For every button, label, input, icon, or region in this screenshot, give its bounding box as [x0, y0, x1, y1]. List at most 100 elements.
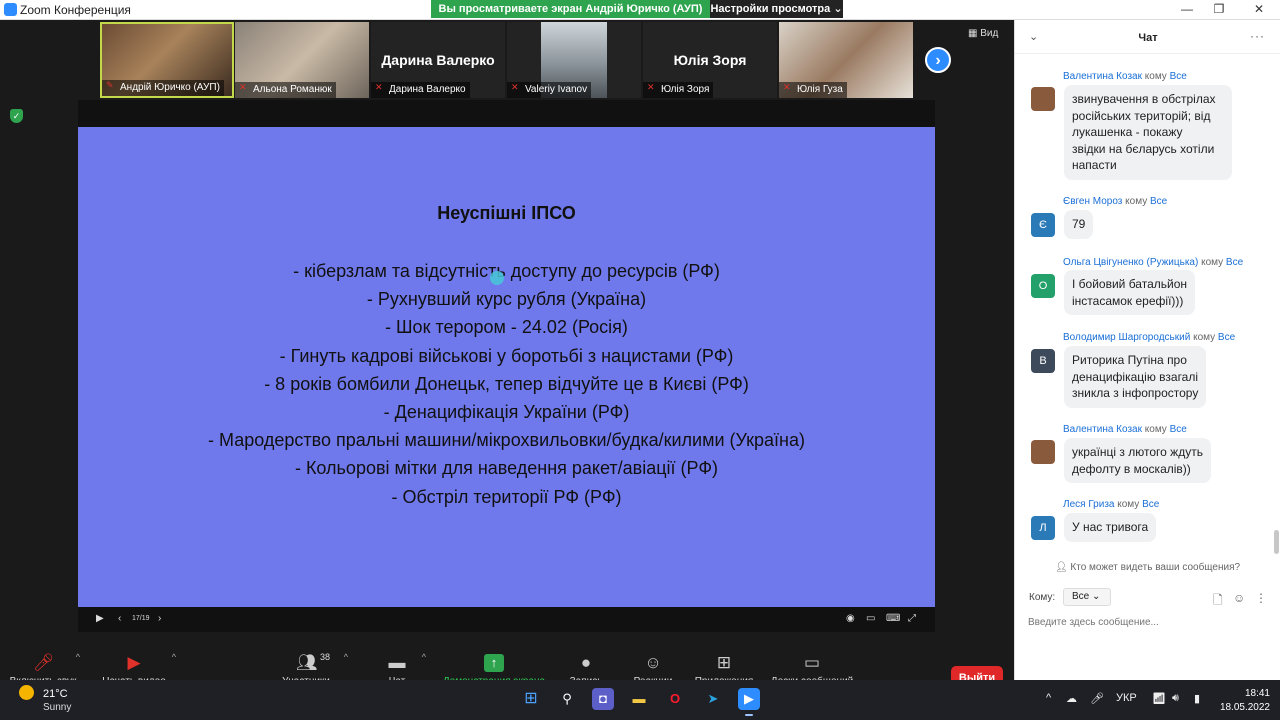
restore-icon[interactable]: ❐ — [1212, 2, 1226, 16]
file-explorer-icon[interactable]: ▬ — [628, 688, 650, 710]
participant-name: ✎ Андрій Юричко (АУП) — [102, 80, 224, 96]
window-titlebar: Zoom Конференция Вы просматриваете экран… — [0, 0, 1280, 20]
participant-tile[interactable]: ✕ Valeriy Ivanov — [507, 22, 641, 98]
participant-tile[interactable]: ✎ Андрій Юричко (АУП) — [100, 22, 234, 98]
chat-panel: ⌄ Чат ··· Валентина Козак кому Все звину… — [1014, 20, 1280, 680]
slide-line: - 8 років бомбили Донецьк, тепер відчуйт… — [264, 373, 749, 394]
zoom-app-icon — [4, 3, 17, 16]
message-sender: Євген Мороз кому Все — [1063, 196, 1168, 207]
weather-description[interactable]: Sunny — [43, 702, 71, 713]
slide-content: - кіберзлам та відсутність доступу до ре… — [78, 257, 935, 511]
recipient-select[interactable]: Все ⌄ — [1063, 588, 1111, 606]
slide-line: - Мародерство пральні машини/мікрохвильо… — [208, 430, 805, 451]
keyboard-icon[interactable]: ⌨ — [886, 613, 900, 624]
message-bubble: Риторика Путіна про денацифікацію взагалі… — [1064, 346, 1207, 408]
audio-icon[interactable]: ◉ — [846, 613, 855, 624]
microphone-icon[interactable]: 🎤︎ — [1090, 692, 1104, 705]
slide-line: - Шок терором - 24.02 (Росія) — [385, 317, 628, 338]
clock-time[interactable]: 18:41 — [1236, 688, 1270, 699]
volume-icon[interactable]: 🔊︎ — [1172, 692, 1179, 705]
meeting-area: ✎ Андрій Юричко (АУП) ✕ Альона Романюк Дар… — [0, 20, 1014, 700]
slide-line: - Гинуть кадрові військові у боротьбі з … — [279, 345, 734, 366]
caret-up-icon[interactable]: ^ — [344, 652, 348, 662]
participant-name: ✕ Юлія Зоря — [643, 82, 714, 98]
message-bubble: У нас тривога — [1064, 513, 1157, 542]
telegram-icon[interactable]: ➤ — [702, 688, 724, 710]
chevron-up-icon[interactable]: ^ — [1046, 692, 1051, 704]
prev-slide-icon[interactable]: ‹ — [118, 613, 121, 624]
laser-pointer — [490, 271, 504, 285]
slide-line: - Денацифікація України (РФ) — [383, 402, 630, 423]
slide-line: - Кольорові мітки для наведення ракет/ав… — [294, 458, 719, 479]
sun-icon[interactable] — [19, 685, 34, 700]
chat-message-input[interactable] — [1028, 613, 1268, 631]
chat-title: Чат — [1138, 32, 1158, 44]
next-page-arrow-icon[interactable]: › — [925, 47, 951, 73]
participant-tile[interactable]: ✕ Альона Романюк — [235, 22, 369, 98]
slide-page-indicator: 17/19 — [132, 615, 150, 622]
search-icon[interactable]: ⚲ — [556, 688, 578, 710]
language-indicator[interactable]: УКР — [1116, 692, 1137, 704]
windows-taskbar: 21°C Sunny ⊞ ⚲ ◘ ▬ O ➤ ▶︎ ^ ☁ 🎤︎ УКР 📶︎ … — [0, 680, 1280, 720]
who-can-see-link[interactable]: 👤︎ Кто может видеть ваши сообщения? — [1015, 562, 1280, 573]
slide-line: - кіберзлам та відсутність доступу до ре… — [293, 261, 720, 281]
chevron-down-icon: ⌄ — [833, 3, 843, 15]
participants-icon: 👥︎ — [296, 653, 318, 672]
grid-icon: ▦ — [968, 28, 978, 39]
slide-line: - Обстріл території РФ (РФ) — [391, 486, 622, 507]
screen-share-banner: Вы просматриваете экран Андрій Юричко (А… — [431, 0, 710, 18]
pin-icon: ✎ — [106, 80, 114, 90]
share-screen-icon: ↑ — [484, 654, 504, 672]
message-bubble: І бойовий батальйон інстасамок ерефії))) — [1064, 270, 1196, 315]
more-options-icon[interactable]: ··· — [1250, 29, 1265, 43]
caret-up-icon[interactable]: ^ — [422, 652, 426, 662]
chat-header: ⌄ Чат ··· — [1015, 20, 1280, 54]
opera-icon[interactable]: O — [664, 688, 686, 710]
view-options-button[interactable]: Настройки просмотра ⌄ — [710, 0, 843, 18]
chat-scrollbar[interactable] — [1274, 530, 1279, 554]
emoji-icon[interactable]: ☺ — [1233, 591, 1245, 605]
muted-mic-icon: ✕ — [647, 82, 655, 92]
avatar — [1031, 440, 1055, 464]
cloud-icon[interactable]: ☁ — [1066, 692, 1077, 705]
participant-tile[interactable]: ✕ Юлія Гуза — [779, 22, 913, 98]
reactions-icon: ☺ — [644, 653, 662, 672]
windows-start-icon[interactable]: ⊞ — [520, 688, 542, 710]
clock-date[interactable]: 18.05.2022 — [1216, 702, 1270, 713]
muted-mic-icon: ✕ — [783, 82, 791, 92]
more-icon[interactable]: ⋮ — [1255, 591, 1267, 605]
fullscreen-icon[interactable]: ⤢ — [908, 613, 916, 624]
zoom-taskbar-icon[interactable]: ▶︎ — [738, 688, 760, 716]
shared-screen-header — [78, 100, 935, 127]
view-button[interactable]: ▦ Вид — [968, 28, 998, 39]
message-sender: Володимир Шаргородський кому Все — [1063, 332, 1236, 343]
wifi-icon[interactable]: 📶︎ — [1152, 692, 1166, 705]
minimize-icon[interactable]: — — [1180, 2, 1194, 16]
avatar: В — [1031, 349, 1055, 373]
battery-icon[interactable]: ▮ — [1194, 692, 1200, 705]
muted-mic-icon: 🎤︎ — [33, 653, 55, 672]
window-title: Zoom Конференция — [20, 3, 131, 17]
participant-tile[interactable]: Юлія Зоря ✕ Юлія Зоря — [643, 22, 777, 98]
close-icon[interactable]: ✕ — [1252, 2, 1266, 16]
apps-icon: ⊞ — [716, 653, 732, 672]
participant-name: ✕ Дарина Валерко — [371, 82, 470, 98]
next-slide-icon[interactable]: › — [158, 613, 161, 624]
muted-mic-icon: ✕ — [375, 82, 383, 92]
slides-icon[interactable]: ▭ — [866, 613, 875, 624]
weather-temperature[interactable]: 21°C — [43, 688, 68, 700]
message-bubble: 79 — [1064, 210, 1094, 239]
file-icon[interactable]: 🗋︎ — [1213, 591, 1223, 612]
muted-mic-icon: ✕ — [511, 82, 519, 92]
chevron-down-icon: ⌄ — [1092, 591, 1101, 602]
security-shield-icon[interactable]: ✓ — [10, 109, 23, 123]
caret-up-icon[interactable]: ^ — [76, 652, 80, 662]
caret-up-icon[interactable]: ^ — [172, 652, 176, 662]
message-sender: Леся Гриза кому Все — [1063, 499, 1160, 510]
participant-tile[interactable]: Дарина Валерко ✕ Дарина Валерко — [371, 22, 505, 98]
recipient-label: Кому: — [1029, 592, 1056, 603]
message-bubble: звинувачення в обстрілах російських терит… — [1064, 85, 1232, 180]
avatar: Л — [1031, 516, 1055, 540]
teams-chat-icon[interactable]: ◘ — [592, 688, 614, 710]
play-icon[interactable]: ▶ — [96, 613, 104, 624]
